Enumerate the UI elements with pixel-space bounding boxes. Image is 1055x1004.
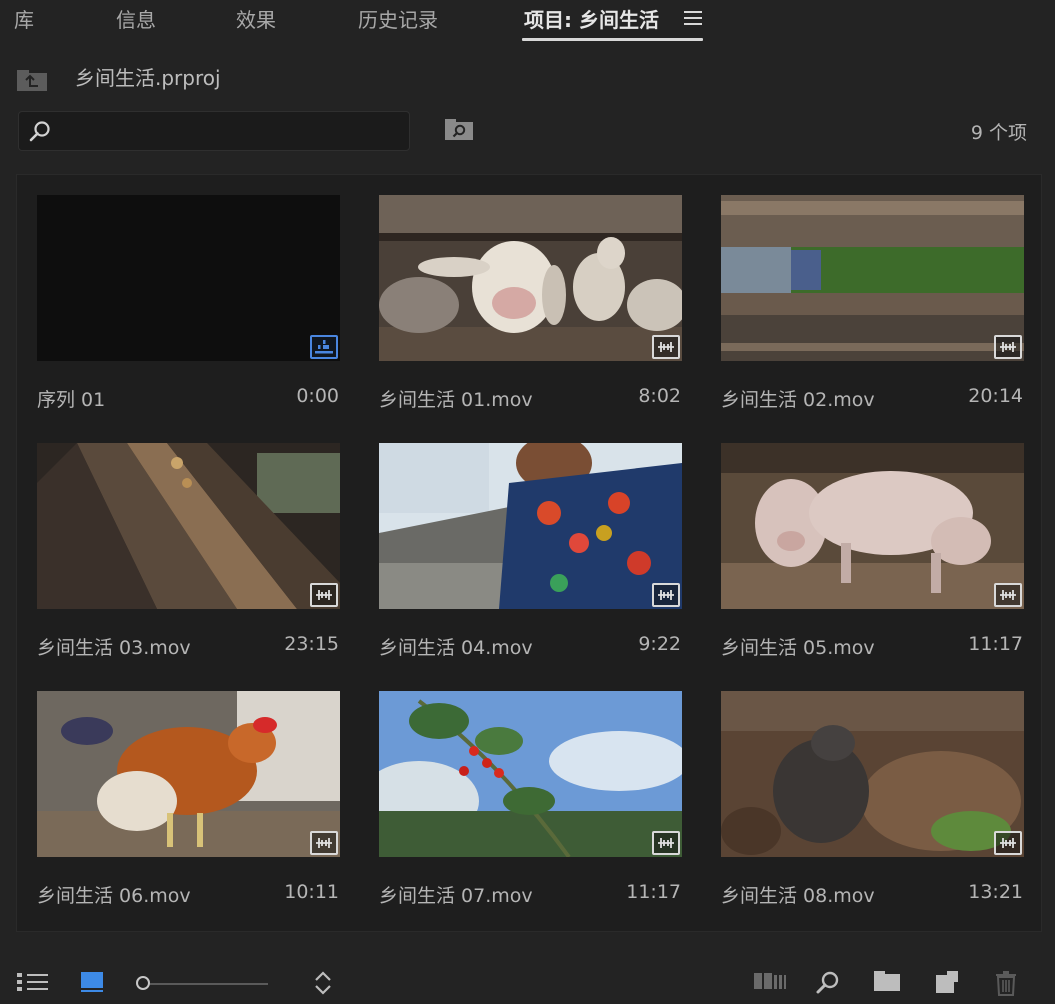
project-file-name: 乡间生活.prproj — [75, 66, 221, 90]
video-audio-icon — [310, 583, 338, 607]
clip-duration: 11:17 — [968, 633, 1023, 655]
clip-grid: 序列 01 0:00 乡间生活 01.mov 8:02 乡间生活 02.mov … — [16, 174, 1042, 932]
panel-tabs: 库 信息 效果 历史记录 项目: 乡间生活 — [0, 0, 1055, 48]
zoom-slider[interactable] — [136, 974, 270, 994]
clip-tile[interactable]: 乡间生活 08.mov 13:21 — [701, 671, 1039, 917]
clip-thumbnail[interactable] — [379, 443, 682, 609]
clip-tile[interactable]: 乡间生活 06.mov 10:11 — [17, 671, 355, 917]
clip-tile[interactable]: 乡间生活 03.mov 23:15 — [17, 423, 355, 669]
automate-to-sequence-icon[interactable] — [753, 970, 787, 992]
video-audio-icon — [652, 831, 680, 855]
item-count: 9 个项 — [970, 122, 1027, 144]
project-header: 乡间生活.prproj — [0, 56, 1055, 102]
tab-history[interactable]: 历史记录 — [358, 6, 438, 34]
sheep-thumbnail-image — [379, 195, 682, 361]
clip-duration: 13:21 — [968, 881, 1023, 903]
clip-tile[interactable]: 序列 01 0:00 — [17, 175, 355, 421]
clip-thumbnail[interactable] — [721, 691, 1024, 857]
berries-thumbnail-image — [379, 691, 682, 857]
rooster-thumbnail-image — [37, 691, 340, 857]
clip-tile[interactable]: 乡间生活 04.mov 9:22 — [359, 423, 697, 669]
clip-name: 乡间生活 03.mov — [37, 637, 191, 659]
active-tab-indicator — [522, 38, 703, 41]
clip-duration: 9:22 — [638, 633, 681, 655]
clip-thumbnail[interactable] — [379, 691, 682, 857]
list-view-icon[interactable] — [16, 970, 50, 994]
video-audio-icon — [994, 335, 1022, 359]
clip-name: 乡间生活 05.mov — [721, 637, 875, 659]
clip-duration: 23:15 — [284, 633, 339, 655]
clip-duration: 8:02 — [638, 385, 681, 407]
clip-duration: 11:17 — [626, 881, 681, 903]
icon-view-icon[interactable] — [80, 970, 104, 994]
tab-project[interactable]: 项目: 乡间生活 — [524, 6, 659, 34]
clip-name: 乡间生活 06.mov — [37, 885, 191, 907]
video-audio-icon — [994, 583, 1022, 607]
clip-thumbnail[interactable] — [37, 691, 340, 857]
sequence-icon — [310, 335, 338, 359]
clip-name: 乡间生活 07.mov — [379, 885, 533, 907]
clip-tile[interactable]: 乡间生活 05.mov 11:17 — [701, 423, 1039, 669]
search-input[interactable] — [59, 116, 403, 146]
video-audio-icon — [652, 583, 680, 607]
search-field[interactable] — [18, 111, 410, 151]
clip-duration: 0:00 — [296, 385, 339, 407]
woman-thumbnail-image — [379, 443, 682, 609]
panel-footer-toolbar — [0, 956, 1055, 1004]
video-audio-icon — [994, 831, 1022, 855]
clip-thumbnail[interactable] — [37, 195, 340, 361]
clip-thumbnail[interactable] — [721, 195, 1024, 361]
go-up-folder-icon[interactable] — [16, 68, 48, 92]
new-search-bin-icon[interactable] — [444, 117, 474, 141]
clip-tile[interactable]: 乡间生活 07.mov 11:17 — [359, 671, 697, 917]
cat-thumbnail-image — [721, 691, 1024, 857]
clip-tile[interactable]: 乡间生活 01.mov 8:02 — [359, 175, 697, 421]
clip-thumbnail[interactable] — [721, 443, 1024, 609]
tab-effects[interactable]: 效果 — [236, 6, 276, 34]
tab-info[interactable]: 信息 — [116, 6, 156, 34]
clip-name: 乡间生活 02.mov — [721, 389, 875, 411]
new-item-icon[interactable] — [935, 970, 959, 994]
zoom-track[interactable] — [150, 983, 268, 985]
find-icon[interactable] — [815, 970, 841, 996]
clip-duration: 20:14 — [968, 385, 1023, 407]
fence-thumbnail-image — [721, 195, 1024, 361]
sequence-thumbnail-image — [37, 195, 340, 361]
new-bin-icon[interactable] — [873, 970, 901, 992]
video-audio-icon — [652, 335, 680, 359]
zoom-handle[interactable] — [136, 976, 150, 990]
clip-duration: 10:11 — [284, 881, 339, 903]
clip-thumbnail[interactable] — [37, 443, 340, 609]
search-icon — [29, 121, 50, 142]
clip-name: 乡间生活 04.mov — [379, 637, 533, 659]
video-audio-icon — [310, 831, 338, 855]
panel-menu-icon[interactable] — [684, 11, 702, 27]
clip-name: 乡间生活 08.mov — [721, 885, 875, 907]
trough-thumbnail-image — [37, 443, 340, 609]
clip-tile[interactable]: 乡间生活 02.mov 20:14 — [701, 175, 1039, 421]
clip-name: 乡间生活 01.mov — [379, 389, 533, 411]
trash-icon[interactable] — [995, 970, 1017, 996]
sort-icon[interactable] — [313, 970, 333, 996]
pigs-thumbnail-image — [721, 443, 1024, 609]
tab-library[interactable]: 库 — [14, 6, 34, 34]
clip-name: 序列 01 — [37, 389, 106, 411]
clip-thumbnail[interactable] — [379, 195, 682, 361]
